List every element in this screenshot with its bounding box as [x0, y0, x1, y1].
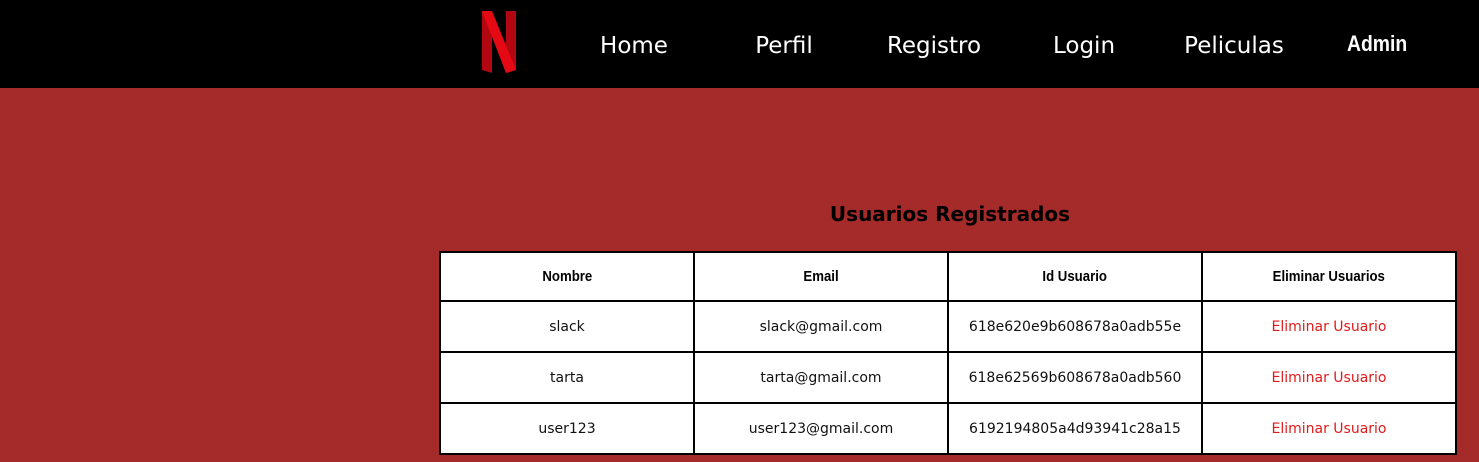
users-table: Nombre Email Id Usuario Eliminar Usuario… [439, 251, 1457, 455]
nav-link-peliculas[interactable]: Peliculas [1176, 30, 1292, 62]
cell-email: user123@gmail.com [693, 402, 949, 455]
cell-id-usuario: 618e620e9b608678a0adb55e [947, 300, 1203, 353]
netflix-logo-icon[interactable] [480, 11, 518, 73]
nav-link-login[interactable]: Login [1043, 30, 1125, 62]
nav-link-perfil[interactable]: Perfil [744, 30, 824, 62]
cell-nombre: user123 [439, 402, 695, 455]
table-row: slack slack@gmail.com 618e620e9b608678a0… [439, 300, 1457, 353]
column-header-nombre: Nombre [439, 251, 695, 302]
cell-id-usuario: 6192194805a4d93941c28a15 [947, 402, 1203, 455]
page-title: Usuarios Registrados [829, 202, 1071, 226]
cell-nombre: tarta [439, 351, 695, 404]
delete-user-link[interactable]: Eliminar Usuario [1271, 421, 1386, 437]
cell-action: Eliminar Usuario [1201, 402, 1457, 455]
cell-action: Eliminar Usuario [1201, 351, 1457, 404]
nav-link-home[interactable]: Home [590, 30, 678, 62]
table-row: user123 user123@gmail.com 6192194805a4d9… [439, 402, 1457, 455]
cell-id-usuario: 618e62569b608678a0adb560 [947, 351, 1203, 404]
table-row: tarta tarta@gmail.com 618e62569b608678a0… [439, 351, 1457, 404]
navbar: Home Perfil Registro Login Peliculas Adm… [0, 0, 1479, 88]
cell-action: Eliminar Usuario [1201, 300, 1457, 353]
column-header-id-usuario: Id Usuario [947, 251, 1203, 302]
column-header-email: Email [693, 251, 949, 302]
cell-email: tarta@gmail.com [693, 351, 949, 404]
column-header-eliminar: Eliminar Usuarios [1201, 251, 1457, 302]
nav-link-admin[interactable]: Admin [1347, 28, 1407, 60]
delete-user-link[interactable]: Eliminar Usuario [1271, 370, 1386, 386]
cell-email: slack@gmail.com [693, 300, 949, 353]
cell-nombre: slack [439, 300, 695, 353]
delete-user-link[interactable]: Eliminar Usuario [1271, 319, 1386, 335]
table-header-row: Nombre Email Id Usuario Eliminar Usuario… [439, 251, 1457, 302]
nav-link-registro[interactable]: Registro [880, 30, 988, 62]
